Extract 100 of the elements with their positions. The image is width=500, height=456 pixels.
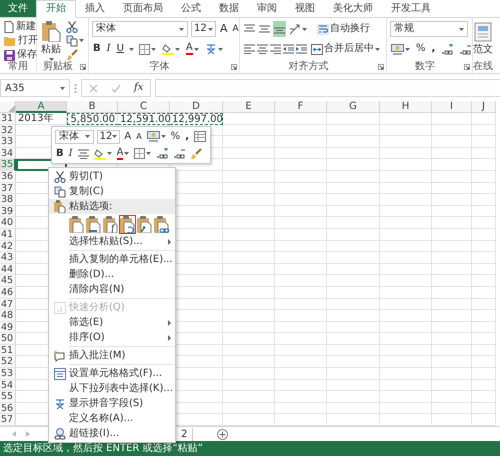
file-tab[interactable]: 文件 [0,0,36,17]
ribbon-button[interactable]: 打开 [3,34,39,48]
ribbon-tab[interactable]: 美化大师 [324,0,382,17]
column-header[interactable]: I [432,101,472,113]
column-header[interactable]: D [170,101,223,113]
number-format-select[interactable]: 常规 [390,21,468,37]
italic-button[interactable]: I [106,41,112,57]
formula-input[interactable] [155,79,500,97]
grow-font-button[interactable]: A [123,130,132,144]
increase-decimal-button[interactable] [440,41,454,57]
row-header[interactable]: 31 [0,113,16,125]
cell-styles-button[interactable] [193,130,207,144]
row-header[interactable]: 54 [0,380,16,392]
borders-button[interactable] [138,41,157,57]
add-sheet-icon[interactable] [217,428,228,440]
menu-item[interactable]: 插入批注(M) [49,348,175,363]
row-header[interactable]: 37 [0,182,16,194]
dialog-launcher-icon[interactable] [80,64,86,70]
menu-item[interactable]: 清除内容(N) [49,282,175,297]
row-header[interactable]: 38 [0,194,16,206]
row-header[interactable]: 43 [0,252,16,264]
copy-button[interactable] [65,34,85,47]
ribbon-tab[interactable]: 页面布局 [114,0,172,17]
fill-color-button[interactable] [92,146,113,160]
underline-button[interactable]: U [116,41,125,57]
percent-button[interactable]: % [415,41,427,57]
menu-item[interactable]: 插入复制的单元格(E)... [49,252,175,267]
dialog-launcher-icon[interactable] [378,64,384,70]
menu-item[interactable]: 从下拉列表中选择(K)... [49,381,175,396]
align-center-button[interactable] [76,146,90,160]
grow-font-button[interactable]: A [219,21,229,37]
menu-item[interactable]: 设置单元格格式(F)... [49,366,175,381]
font-name-select[interactable]: 宋体 [92,21,188,37]
column-header[interactable]: B [67,101,118,113]
row-header[interactable]: 57 [0,414,16,426]
row-header[interactable]: 46 [0,286,16,298]
shrink-font-button[interactable]: A [135,130,143,144]
paste-option-button[interactable] [68,214,85,234]
ribbon-button[interactable]: 保存 [3,48,39,62]
row-header[interactable]: 32 [0,124,16,136]
comma-style-button[interactable]: , [184,130,190,144]
row-header[interactable]: 36 [0,170,16,183]
font-color-button[interactable]: A [184,41,200,57]
increase-decimal-button[interactable] [155,146,170,160]
row-header[interactable]: 48 [0,310,16,322]
row-header[interactable]: 33 [0,136,16,148]
ribbon-button[interactable]: 新建 [3,20,39,34]
ribbon-tab[interactable]: 开始 [36,0,76,18]
percent-button[interactable]: % [170,130,182,144]
menu-item[interactable]: 排序(O) [49,330,175,345]
row-header[interactable]: 47 [0,298,16,310]
row-header[interactable]: 51 [0,344,16,356]
column-header[interactable]: G [327,101,380,113]
name-box[interactable]: A35 [0,79,70,97]
row-header[interactable]: 52 [0,356,16,368]
menu-item[interactable]: 定义名称(A)... [49,411,175,426]
row-header[interactable]: 42 [0,240,16,252]
accounting-button[interactable] [390,41,411,57]
ribbon-tab[interactable]: 审阅 [248,0,286,17]
menu-item[interactable]: 复制(C) [49,184,175,199]
ribbon-tab[interactable]: 插入 [76,0,114,17]
font-size-select[interactable]: 12 [96,130,120,144]
row-header[interactable]: 49 [0,322,16,334]
font-name-select[interactable]: 宋体 [55,130,94,144]
column-header[interactable]: A [16,101,67,113]
bold-button[interactable]: B [92,41,102,57]
font-size-select[interactable]: 12 [191,21,216,37]
accounting-button[interactable] [146,130,167,144]
wrap-text-button[interactable]: 自动换行 [316,21,371,37]
column-header[interactable]: E [223,101,275,113]
column-header[interactable]: J [472,101,496,113]
align-bottom-button[interactable] [273,21,286,37]
column-header[interactable]: H [380,101,432,113]
borders-button[interactable] [133,146,152,160]
italic-button[interactable]: I [68,146,74,160]
ribbon-tab[interactable]: 开发工具 [382,0,440,17]
paste-option-button[interactable] [153,214,170,234]
row-header[interactable]: 40 [0,217,16,229]
font-color-button[interactable]: A [116,146,130,160]
ribbon-tab[interactable]: 公式 [172,0,210,17]
dialog-launcher-icon[interactable] [231,64,237,70]
insert-function-button[interactable]: fx [133,80,144,96]
menu-item[interactable]: 选择性粘贴(S)... [49,234,175,249]
paste-option-button[interactable] [119,214,136,234]
paste-option-button[interactable] [102,214,119,234]
column-header[interactable]: C [118,101,170,113]
menu-item[interactable]: 超链接(I)... [49,426,175,441]
paste-option-button[interactable] [85,214,102,234]
comma-style-button[interactable]: , [430,41,436,57]
row-header[interactable]: 39 [0,206,16,218]
template-button[interactable]: 范文 [473,20,493,60]
ribbon-tab[interactable]: 视图 [286,0,324,17]
menu-item[interactable]: 显示拼音字段(S) [49,396,175,411]
row-header[interactable]: 44 [0,264,16,276]
format-painter-button[interactable] [189,146,204,160]
ribbon-tab[interactable]: 数据 [210,0,248,17]
paste-option-button[interactable] [136,214,153,234]
row-header[interactable]: 56 [0,402,16,414]
menu-item[interactable]: 筛选(E) [49,315,175,330]
row-header[interactable]: 55 [0,391,16,403]
